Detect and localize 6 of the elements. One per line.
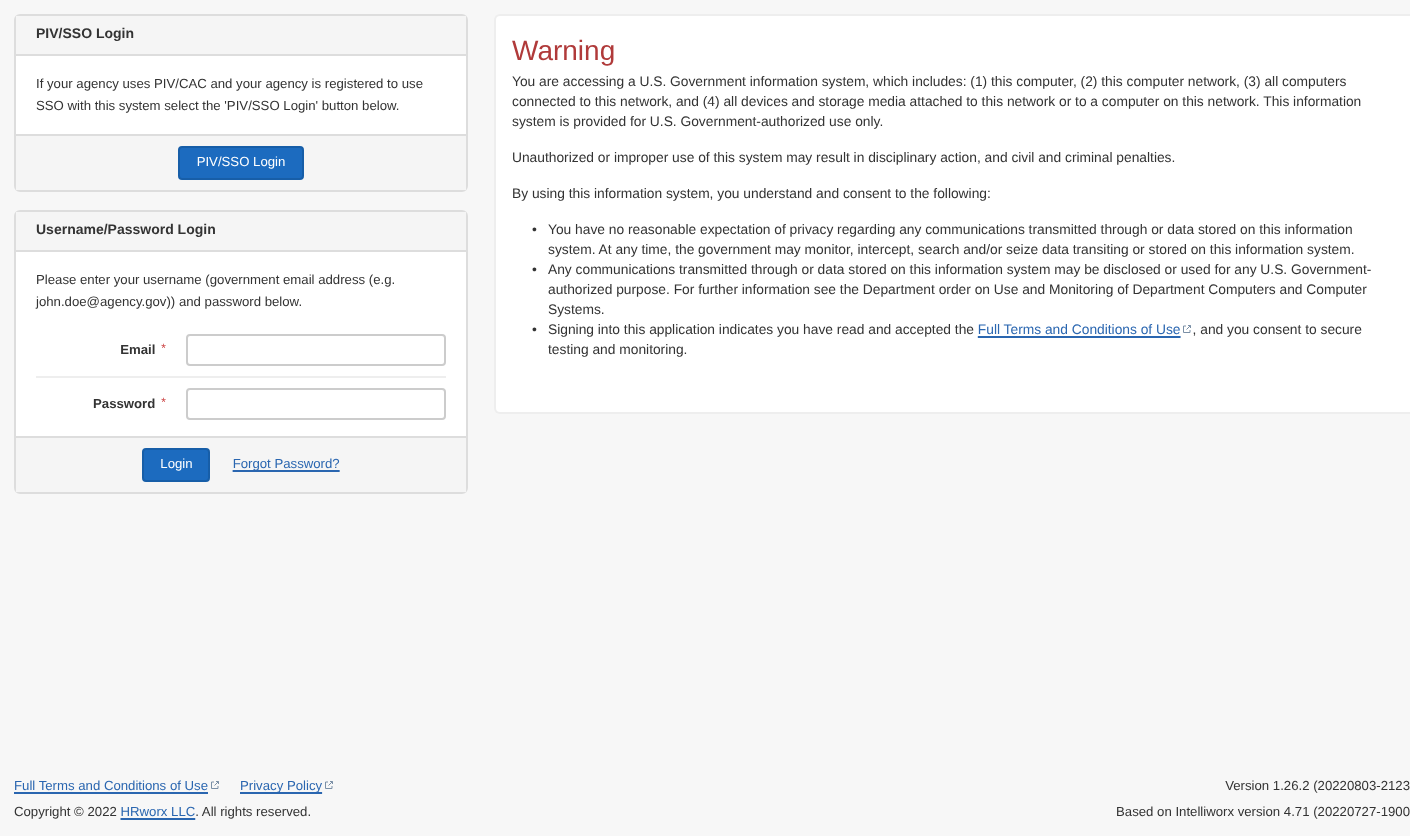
external-link-icon <box>210 780 220 790</box>
external-link-icon <box>324 780 335 790</box>
input-field[interactable] <box>186 388 446 420</box>
input-field[interactable] <box>186 334 446 366</box>
warning-title: Warning <box>512 34 618 66</box>
external-link-icon <box>1182 324 1193 334</box>
